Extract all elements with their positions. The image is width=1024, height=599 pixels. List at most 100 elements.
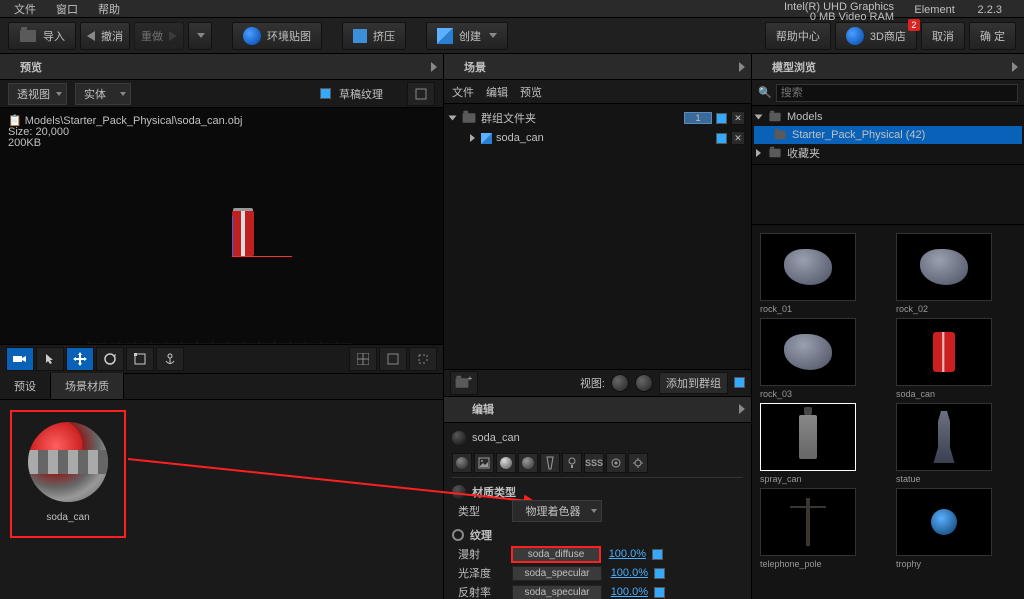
grid-toggle[interactable] <box>349 347 377 371</box>
texture-slot[interactable]: soda_diffuse <box>511 546 601 563</box>
texture-enable-checkbox[interactable] <box>654 568 665 579</box>
new-folder-button[interactable]: + <box>450 371 478 395</box>
scene-file-menu[interactable]: 文件 <box>452 84 474 100</box>
undo-icon <box>87 31 95 41</box>
cancel-button[interactable]: 取消 <box>921 22 965 50</box>
texture-slot[interactable]: soda_specular <box>512 566 602 581</box>
channel-sss[interactable]: SSS <box>584 453 604 473</box>
menu-window[interactable]: 窗口 <box>46 0 88 19</box>
tree-starter-pack[interactable]: Starter_Pack_Physical (42) <box>754 126 1022 144</box>
texture-slot[interactable]: soda_specular <box>512 585 602 599</box>
item-delete-button[interactable]: ✕ <box>731 131 745 145</box>
rotate-tool[interactable] <box>96 347 124 371</box>
add-to-group-button[interactable]: 添加到群组 <box>659 372 728 394</box>
channel-settings[interactable] <box>628 453 648 473</box>
view-mode-dropdown[interactable]: 透视图 <box>8 83 67 105</box>
wireframe-toggle[interactable] <box>379 347 407 371</box>
model-thumb-soda_can[interactable]: soda_can <box>896 318 1016 399</box>
scene-tree[interactable]: 群组文件夹 1 ✕ soda_can ✕ <box>444 104 751 200</box>
material-preset-soda-can[interactable]: soda_can <box>10 410 126 538</box>
tree-item-soda-can[interactable]: soda_can ✕ <box>448 128 747 148</box>
model-thumb-rock_02[interactable]: rock_02 <box>896 233 1016 314</box>
texture-enable-checkbox[interactable] <box>654 587 665 598</box>
model-thumb-telephone_pole[interactable]: telephone_pole <box>760 488 880 569</box>
model-thumb-rock_03[interactable]: rock_03 <box>760 318 880 399</box>
camera-tool[interactable] <box>6 347 34 371</box>
envmap-button[interactable]: 环境贴图 <box>232 22 322 50</box>
texture-opacity[interactable]: 100.0% <box>606 586 650 598</box>
thumbnail-image[interactable] <box>760 488 856 556</box>
channel-refract[interactable] <box>518 453 538 473</box>
model-thumb-spray_can[interactable]: spray_can <box>760 403 880 484</box>
thumbnail-image[interactable] <box>896 403 992 471</box>
import-button[interactable]: 导入 <box>8 22 76 50</box>
tree-expand-icon[interactable] <box>755 115 763 120</box>
tree-favorites[interactable]: 收藏夹 <box>754 144 1022 162</box>
x-axis-gizmo[interactable] <box>232 256 292 257</box>
thumbnail-image[interactable] <box>760 318 856 386</box>
3d-store-button[interactable]: 3D商店 2 <box>835 22 917 50</box>
menu-help[interactable]: 帮助 <box>88 0 130 19</box>
channel-reflect[interactable] <box>496 453 516 473</box>
model-tree[interactable]: Models Starter_Pack_Physical (42) 收藏夹 <box>752 106 1024 165</box>
globe-icon <box>846 27 864 45</box>
tab-scene-materials[interactable]: 场景材质 <box>51 373 124 399</box>
extrude-button[interactable]: 挤压 <box>342 22 406 50</box>
draft-checkbox[interactable] <box>320 88 331 99</box>
move-tool[interactable] <box>66 347 94 371</box>
select-tool[interactable] <box>36 347 64 371</box>
channel-glass[interactable] <box>540 453 560 473</box>
menu-file[interactable]: 文件 <box>4 0 46 19</box>
view-mode-2[interactable] <box>635 374 653 392</box>
texture-opacity[interactable]: 100.0% <box>606 567 650 579</box>
group-delete-button[interactable]: ✕ <box>731 111 745 125</box>
tree-group-folder[interactable]: 群组文件夹 1 ✕ <box>448 108 747 128</box>
tree-expand-icon[interactable] <box>470 134 475 142</box>
redo-dropdown[interactable] <box>188 22 212 50</box>
channel-textures[interactable] <box>474 453 494 473</box>
edit-panel-header: 编辑 <box>444 397 751 423</box>
channel-basic[interactable] <box>452 453 472 473</box>
scene-preview-menu[interactable]: 预览 <box>520 84 542 100</box>
soda-can-mesh[interactable] <box>232 210 254 256</box>
shader-type-dropdown[interactable]: 物理着色器 <box>512 500 602 522</box>
model-search-input[interactable] <box>776 84 1018 102</box>
item-visible-checkbox[interactable] <box>716 133 727 144</box>
thumbnail-label: statue <box>896 474 1016 484</box>
texture-opacity[interactable]: 100.0% <box>604 548 648 560</box>
add-group-checkbox[interactable] <box>734 377 745 388</box>
tab-presets[interactable]: 预设 <box>0 373 51 399</box>
viewport-info: 📋 Models\Starter_Pack_Physical\soda_can.… <box>8 116 242 149</box>
create-button[interactable]: 创建 <box>426 22 508 50</box>
thumbnail-image[interactable] <box>896 233 992 301</box>
scene-edit-menu[interactable]: 编辑 <box>486 84 508 100</box>
3d-viewport[interactable]: 📋 Models\Starter_Pack_Physical\soda_can.… <box>0 108 443 344</box>
thumbnail-image[interactable] <box>760 403 856 471</box>
shading-dropdown[interactable]: 实体 <box>75 83 131 105</box>
group-visible-checkbox[interactable] <box>716 113 727 124</box>
scale-tool[interactable] <box>126 347 154 371</box>
bounds-toggle[interactable] <box>409 347 437 371</box>
tree-models-root[interactable]: Models <box>754 108 1022 126</box>
thumbnail-image[interactable] <box>760 233 856 301</box>
channel-advanced[interactable] <box>606 453 626 473</box>
model-thumb-rock_01[interactable]: rock_01 <box>760 233 880 314</box>
thumbnail-image[interactable] <box>896 488 992 556</box>
thumbnail-image[interactable] <box>896 318 992 386</box>
redo-button[interactable]: 重做 <box>134 22 184 50</box>
tree-expand-icon[interactable] <box>756 149 761 157</box>
viewport-expand-button[interactable] <box>407 82 435 106</box>
tree-expand-icon[interactable] <box>449 116 457 121</box>
help-center-button[interactable]: 帮助中心 <box>765 22 831 50</box>
undo-button[interactable]: 撤消 <box>80 22 130 50</box>
instance-count[interactable]: 1 <box>684 112 712 124</box>
channel-illum[interactable] <box>562 453 582 473</box>
z-axis-gizmo[interactable] <box>232 216 233 256</box>
anchor-tool[interactable] <box>156 347 184 371</box>
texture-enable-checkbox[interactable] <box>652 549 663 560</box>
texture-section-header: 纹理 <box>470 527 492 543</box>
view-mode-1[interactable] <box>611 374 629 392</box>
ok-button[interactable]: 确 定 <box>969 22 1016 50</box>
model-thumb-statue[interactable]: statue <box>896 403 1016 484</box>
model-thumb-trophy[interactable]: trophy <box>896 488 1016 569</box>
